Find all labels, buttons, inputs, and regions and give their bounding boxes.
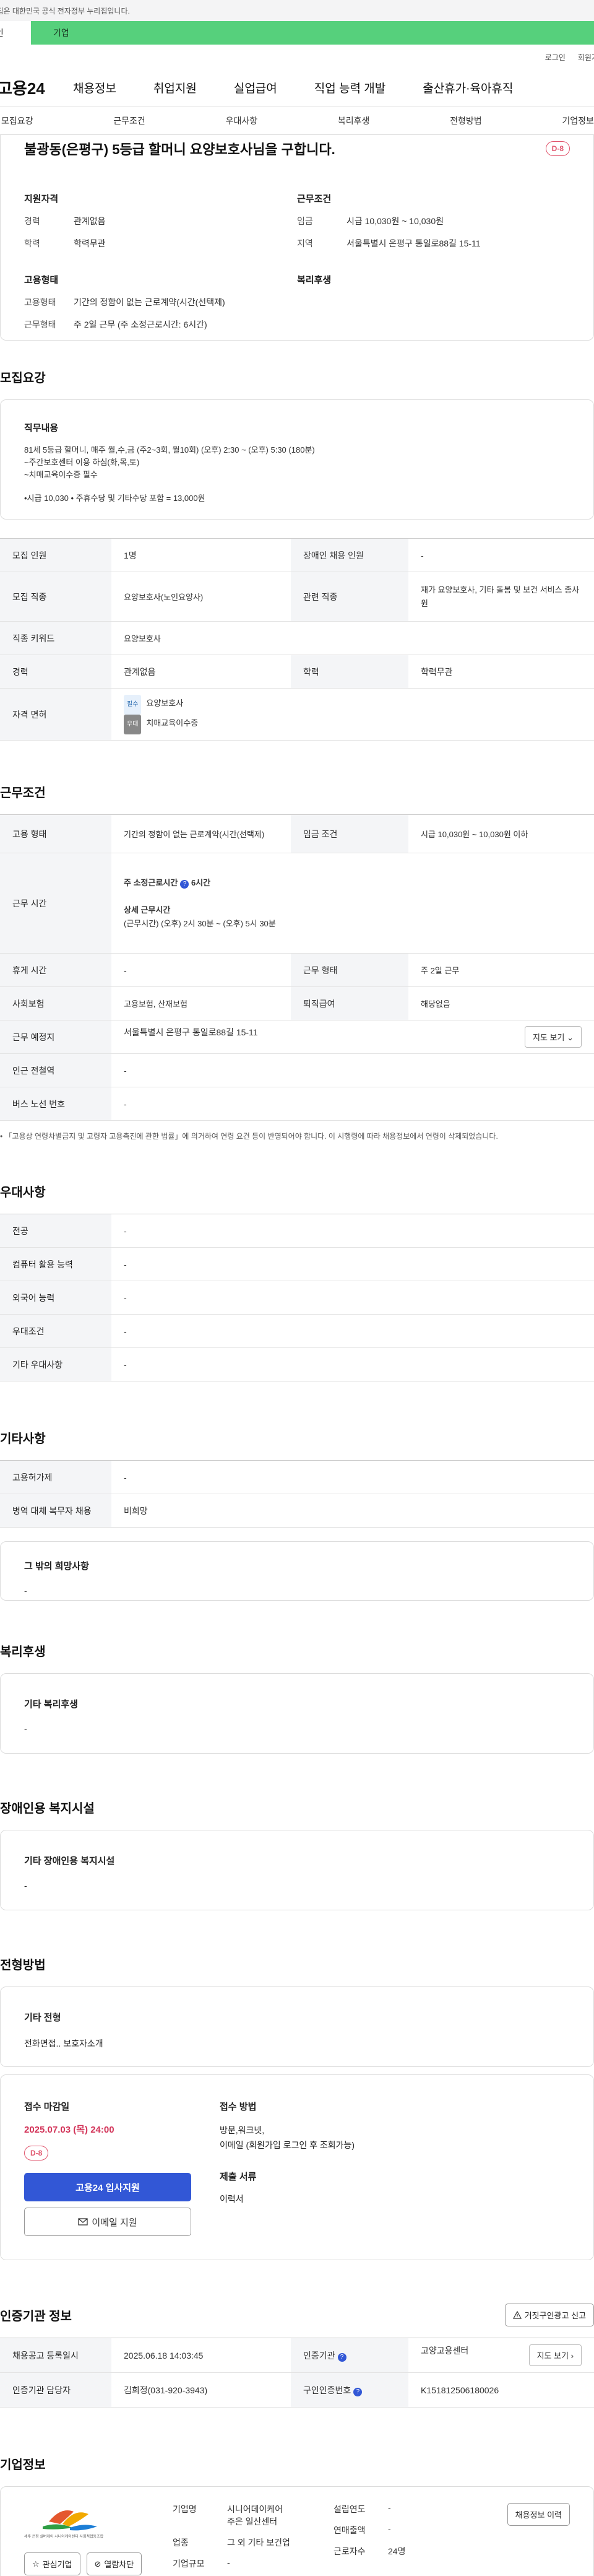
age-notice: • 「고용상 연령차별금지 및 고령자 고용촉진에 관한 법률」에 의거하여 연… (0, 1132, 498, 1141)
section-screening-title: 전형방법 (0, 1959, 46, 1972)
gnb-parental-leave[interactable]: 출산휴가·육아휴직 (423, 79, 513, 96)
table-row: 고용허가제 - (0, 1460, 594, 1494)
block-icon: ⊘ (94, 2559, 101, 2569)
table-row: 채용공고 등록일시 2025.06.18 14:03:45 인증기관? 고양고용… (0, 2338, 594, 2373)
welfare-block: 복리후생 (297, 275, 332, 285)
subnav-pref[interactable]: 우대사항 (226, 115, 258, 127)
section-certify-title: 인증기관 정보 (0, 2310, 72, 2323)
pref-table: 전공 - 컴퓨터 활용 능력 - 외국어 능력 - 우대조건 - 기타 우대사항 - (0, 1214, 594, 1382)
help-icon[interactable]: ? (180, 879, 189, 889)
global-nav: 고용24 채용정보 취업지원 실업급여 직업 능력 개발 출산휴가·육아휴직 (0, 69, 594, 107)
job-title: 불광동(은평구) 5등급 할머니 요양보호사님을 구합니다. (24, 142, 335, 157)
table-row: 컴퓨터 활용 능력 - (0, 1247, 594, 1281)
tab-business[interactable]: 기업 (31, 21, 594, 45)
table-row: 우대조건 - (0, 1314, 594, 1348)
favorite-company-button[interactable]: ☆ 관심기업 (24, 2552, 80, 2575)
employment-type-block: 고용형태 고용형태 기간의 정함이 없는 근로계약(시간(선택제) 근무형태 주 2… (24, 275, 225, 329)
util-links: 로그인 회원가입 (0, 45, 594, 69)
site-logo[interactable]: 고용24 (0, 76, 73, 99)
section-disabled-title: 장애인용 복지시설 (0, 1802, 95, 1816)
company-card: 세주 은평 실버케어 시니어케어센터 사회적협동조합 ☆ 관심기업 ⊘ 열람차단 기… (0, 2486, 594, 2576)
section-company-title: 기업정보 (0, 2458, 46, 2472)
disabled-facility-card: 기타 장애인용 복지시설 - (0, 1830, 594, 1910)
section-welfare-title: 복리후생 (0, 1645, 46, 1659)
chevron-down-icon: ⌄ (567, 1033, 574, 1042)
section-work-title: 근무조건 (0, 786, 46, 800)
help-icon[interactable]: ? (353, 2387, 363, 2396)
duty-card: 직무내용 81세 5등급 할머니, 매주 월,수,금 (주2~3회, 월10회)… (0, 399, 594, 520)
gnb-vocational-training[interactable]: 직업 능력 개발 (314, 79, 385, 96)
table-row: 사회보험 고용보험, 산재보험 퇴직급여 해당없음 (0, 986, 594, 1020)
chevron-right-icon: › (570, 2351, 574, 2361)
certify-table: 채용공고 등록일시 2025.06.18 14:03:45 인증기관? 고양고용… (0, 2338, 594, 2408)
star-icon: ☆ (32, 2559, 40, 2569)
dday-badge: D-8 (545, 141, 570, 156)
gov-banner: 이 누리집은 대한민국 공식 전자정부 누리집입니다. (0, 0, 594, 21)
dday-badge: D-8 (24, 2146, 49, 2160)
table-row: 자격 면허 필수 요양보호사 우대 치매교육이수증 (0, 688, 594, 741)
table-row: 버스 노선 번호 - (0, 1087, 594, 1121)
recruit-table: 모집 인원 1명 장애인 채용 인원 - 모집 직종 요양보호사(노인요양사) … (0, 538, 594, 741)
subnav-screening[interactable]: 전형방법 (450, 115, 482, 127)
tab-personal[interactable]: 개인 (0, 21, 31, 45)
table-row: 모집 인원 1명 장애인 채용 인원 - (0, 538, 594, 572)
section-recruit-title: 모집요강 (0, 372, 46, 385)
table-row: 경력 관계없음 학력 학력무관 (0, 655, 594, 689)
welfare-card: 기타 복리후생 - (0, 1673, 594, 1754)
qualification-block: 지원자격 경력 관계없음 학력 학력무관 (24, 194, 106, 248)
role-tabs: 개인 기업 (0, 21, 594, 45)
section-etc-title: 기타사항 (0, 1432, 46, 1446)
work-table: 고용 형태 기간의 정함이 없는 근로계약(시간(선택제) 임금 조건 시급 1… (0, 814, 594, 1121)
subnav-welfare[interactable]: 복리후생 (338, 115, 370, 127)
section-nav: 모집요강 근무조건 우대사항 복리후생 전형방법 기업정보 (0, 107, 594, 135)
other-wishes-card: 그 밖의 희망사항 - (0, 1541, 594, 1601)
section-pref-title: 우대사항 (0, 1186, 46, 1199)
help-icon[interactable]: ? (337, 2352, 346, 2362)
login-link[interactable]: 로그인 (545, 52, 566, 63)
apply-card: 접수 마감일 2025.07.03 (목) 24:00 D-8 고용24 입사지… (0, 2074, 594, 2260)
mail-icon (78, 2218, 88, 2226)
signup-link[interactable]: 회원가입 (578, 52, 594, 63)
table-row: 인증기관 담당자 김희정(031-920-3943) 구인인증번호? K1518… (0, 2372, 594, 2408)
preferred-badge: 우대 (124, 714, 142, 734)
apply-button[interactable]: 고용24 입사지원 (24, 2173, 191, 2201)
company-logo: 세주 은평 실버케어 시니어케어센터 사회적협동조합 (24, 2503, 117, 2540)
job-summary-card: 불광동(은평구) 5등급 할머니 요양보호사님을 구합니다. D-8 지원자격 … (0, 135, 594, 341)
agency-map-button[interactable]: 지도 보기 › (528, 2344, 582, 2366)
table-row: 모집 직종 요양보호사(노인요양사) 관련 직종 재가 요양보호사, 기타 돌봄… (0, 572, 594, 622)
table-row: 직종 키워드 요양보호사 (0, 621, 594, 655)
subnav-recruit[interactable]: 모집요강 (1, 115, 33, 127)
table-row: 병역 대체 복무자 채용 비희망 (0, 1494, 594, 1528)
table-row: 휴게 시간 - 근무 형태 주 2일 근무 (0, 953, 594, 987)
subnav-company[interactable]: 기업정보 (562, 115, 594, 127)
table-row: 고용 형태 기간의 정함이 없는 근로계약(시간(선택제) 임금 조건 시급 1… (0, 814, 594, 853)
report-button[interactable]: 거짓구인광고 신고 (504, 2304, 594, 2326)
required-badge: 필수 (124, 694, 142, 715)
page-root: 이 누리집은 대한민국 공식 전자정부 누리집입니다. 개인 기업 로그인 회원… (0, 0, 594, 2576)
table-row: 근무 시간 주 소정근로시간? 6시간 상세 근무시간 (근무시간) (오후) … (0, 853, 594, 954)
etc-table: 고용허가제 - 병역 대체 복무자 채용 비희망 (0, 1460, 594, 1528)
company-logo-mark (43, 2510, 97, 2531)
table-row: 인근 전철역 - (0, 1053, 594, 1087)
conditions-block: 근무조건 임금 시급 10,030원 ~ 10,030원 지역 서울특별시 은평구 … (297, 194, 481, 248)
email-apply-button[interactable]: 이메일 지원 (24, 2208, 191, 2236)
alert-icon (512, 2310, 522, 2319)
deadline-date: 2025.07.03 (목) 24:00 (24, 2125, 114, 2135)
table-row: 기타 우대사항 - (0, 1347, 594, 1382)
block-view-button[interactable]: ⊘ 열람차단 (86, 2552, 142, 2575)
table-row: 전공 - (0, 1214, 594, 1248)
map-button[interactable]: 지도 보기 ⌄ (525, 1026, 582, 1048)
gnb-job-info[interactable]: 채용정보 (73, 79, 116, 96)
table-row: 근무 예정지 서울특별시 은평구 통일로88길 15-11 지도 보기 ⌄ (0, 1020, 594, 1054)
gnb-employment-support[interactable]: 취업지원 (153, 79, 197, 96)
subnav-work[interactable]: 근무조건 (113, 115, 145, 127)
hiring-history-button[interactable]: 채용정보 이력 (507, 2503, 570, 2526)
table-row: 외국어 능력 - (0, 1281, 594, 1315)
screening-card: 기타 전형 전화면접.. 보호자소개 (0, 1986, 594, 2067)
gnb-unemployment-benefit[interactable]: 실업급여 (234, 79, 277, 96)
